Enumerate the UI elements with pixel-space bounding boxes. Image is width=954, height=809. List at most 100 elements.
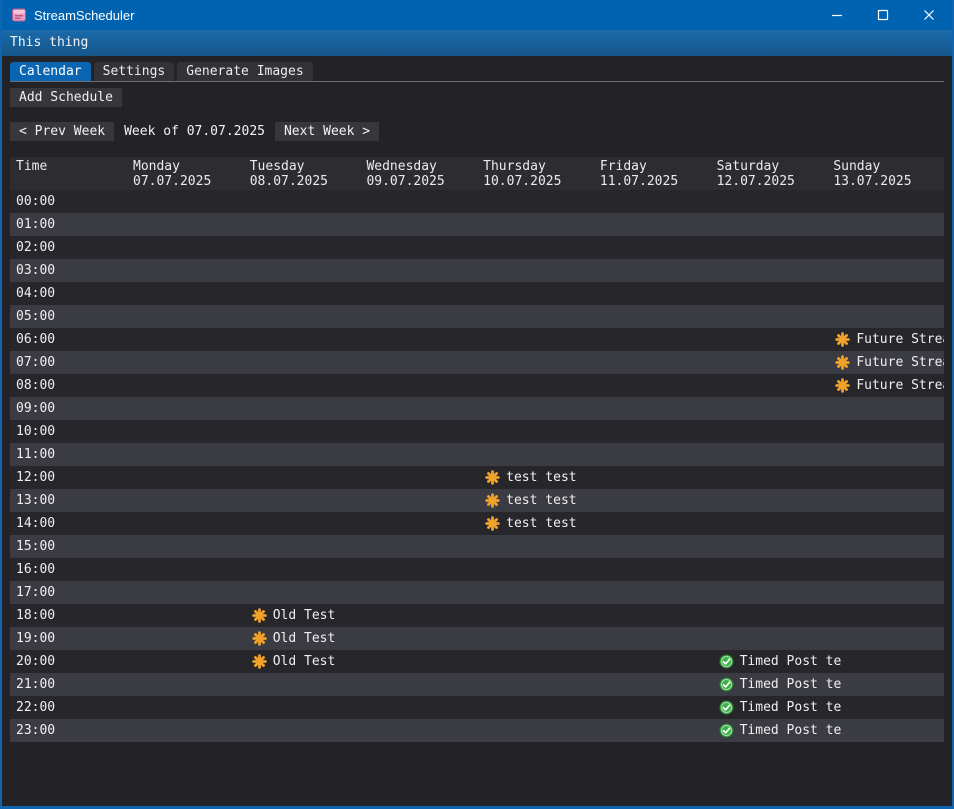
time-label: 20:00 xyxy=(10,650,127,673)
minimize-button[interactable] xyxy=(814,0,860,30)
day-cell xyxy=(360,489,477,512)
calendar-rows: 00:0001:0002:0003:0004:0005:0006:00Futur… xyxy=(10,190,944,742)
day-cell: Timed Post te xyxy=(711,696,828,719)
day-cell xyxy=(594,236,711,259)
day-name: Wednesday xyxy=(360,159,477,174)
menu-item-this-thing[interactable]: This thing xyxy=(2,30,96,56)
day-cell xyxy=(594,397,711,420)
day-name: Monday xyxy=(127,159,244,174)
tab-settings[interactable]: Settings xyxy=(94,62,175,81)
event-entry[interactable]: Timed Post te xyxy=(719,677,842,692)
next-week-button[interactable]: Next Week > xyxy=(275,122,379,141)
day-cell xyxy=(711,535,828,558)
day-cell xyxy=(477,282,594,305)
day-column-header-monday: Monday07.07.2025 xyxy=(127,157,244,190)
day-cell xyxy=(244,558,361,581)
day-cell xyxy=(594,719,711,742)
day-cell xyxy=(477,627,594,650)
event-entry[interactable]: test test xyxy=(485,516,576,531)
check-circle-icon xyxy=(719,654,734,669)
day-cell xyxy=(477,696,594,719)
calendar-row-1400: 14:00 test test xyxy=(10,512,944,535)
time-label: 11:00 xyxy=(10,443,127,466)
day-cell xyxy=(360,558,477,581)
day-cell xyxy=(711,213,828,236)
prev-week-button[interactable]: < Prev Week xyxy=(10,122,114,141)
day-cell xyxy=(244,535,361,558)
calendar-row-0200: 02:00 xyxy=(10,236,944,259)
day-cell xyxy=(360,581,477,604)
day-cell xyxy=(594,581,711,604)
day-cell xyxy=(244,696,361,719)
week-label: Week of 07.07.2025 xyxy=(124,124,265,139)
day-name: Tuesday xyxy=(244,159,361,174)
day-cell xyxy=(594,374,711,397)
event-title: test test xyxy=(506,470,576,485)
day-cell xyxy=(360,328,477,351)
tab-calendar[interactable]: Calendar xyxy=(10,62,91,81)
day-cell: Future Stream xyxy=(827,351,944,374)
event-entry[interactable]: Future Stream xyxy=(835,332,944,347)
day-cell xyxy=(477,213,594,236)
calendar-row-0600: 06:00 Future Stream xyxy=(10,328,944,351)
day-column-header-saturday: Saturday12.07.2025 xyxy=(711,157,828,190)
event-entry[interactable]: Future Stream xyxy=(835,355,944,370)
day-cell xyxy=(127,282,244,305)
minimize-icon xyxy=(831,9,843,21)
day-cell xyxy=(360,236,477,259)
event-entry[interactable]: Old Test xyxy=(252,654,336,669)
event-entry[interactable]: Old Test xyxy=(252,608,336,623)
event-entry[interactable]: test test xyxy=(485,493,576,508)
day-date: 08.07.2025 xyxy=(244,174,361,189)
event-entry[interactable]: Timed Post te xyxy=(719,654,842,669)
calendar-row-1500: 15:00 xyxy=(10,535,944,558)
maximize-button[interactable] xyxy=(860,0,906,30)
day-cell xyxy=(827,213,944,236)
event-title: test test xyxy=(506,516,576,531)
day-cell xyxy=(360,650,477,673)
asterisk-icon xyxy=(485,516,500,531)
day-cell xyxy=(711,466,828,489)
event-entry[interactable]: test test xyxy=(485,470,576,485)
day-cell xyxy=(127,351,244,374)
day-cell xyxy=(594,443,711,466)
calendar-row-1800: 18:00Old Test xyxy=(10,604,944,627)
calendar-row-1300: 13:00test test xyxy=(10,489,944,512)
day-cell xyxy=(244,673,361,696)
day-cell xyxy=(127,236,244,259)
day-cell xyxy=(827,282,944,305)
close-button[interactable] xyxy=(906,0,952,30)
titlebar[interactable]: StreamScheduler xyxy=(2,0,952,30)
day-cell xyxy=(127,328,244,351)
window-title: StreamScheduler xyxy=(34,8,814,23)
day-column-header-friday: Friday11.07.2025 xyxy=(594,157,711,190)
event-entry[interactable]: Future Stream xyxy=(835,378,944,393)
add-schedule-button[interactable]: Add Schedule xyxy=(10,88,122,107)
tab-generate-images[interactable]: Generate Images xyxy=(177,62,312,81)
event-entry[interactable]: Timed Post te xyxy=(719,723,842,738)
day-cell xyxy=(594,466,711,489)
calendar-row-2300: 23:00Timed Post te xyxy=(10,719,944,742)
calendar-row-1600: 16:00 xyxy=(10,558,944,581)
day-cell xyxy=(127,627,244,650)
event-entry[interactable]: Timed Post te xyxy=(719,700,842,715)
day-cell xyxy=(477,190,594,213)
close-icon xyxy=(923,9,935,21)
day-cell xyxy=(827,650,944,673)
day-column-header-wednesday: Wednesday09.07.2025 xyxy=(360,157,477,190)
time-column-header: Time xyxy=(10,157,127,190)
calendar-header-row: TimeMonday07.07.2025Tuesday08.07.2025Wed… xyxy=(10,157,944,190)
day-cell xyxy=(477,259,594,282)
day-cell xyxy=(360,213,477,236)
calendar-grid: TimeMonday07.07.2025Tuesday08.07.2025Wed… xyxy=(10,157,944,742)
calendar-row-1900: 19:00Old Test xyxy=(10,627,944,650)
event-entry[interactable]: Old Test xyxy=(252,631,336,646)
time-label: 07:00 xyxy=(10,351,127,374)
time-label: 03:00 xyxy=(10,259,127,282)
time-label: 06:00 xyxy=(10,328,127,351)
day-cell xyxy=(594,558,711,581)
day-cell xyxy=(827,558,944,581)
asterisk-icon xyxy=(252,654,267,669)
time-label: 14:00 xyxy=(10,512,127,535)
day-cell xyxy=(827,581,944,604)
